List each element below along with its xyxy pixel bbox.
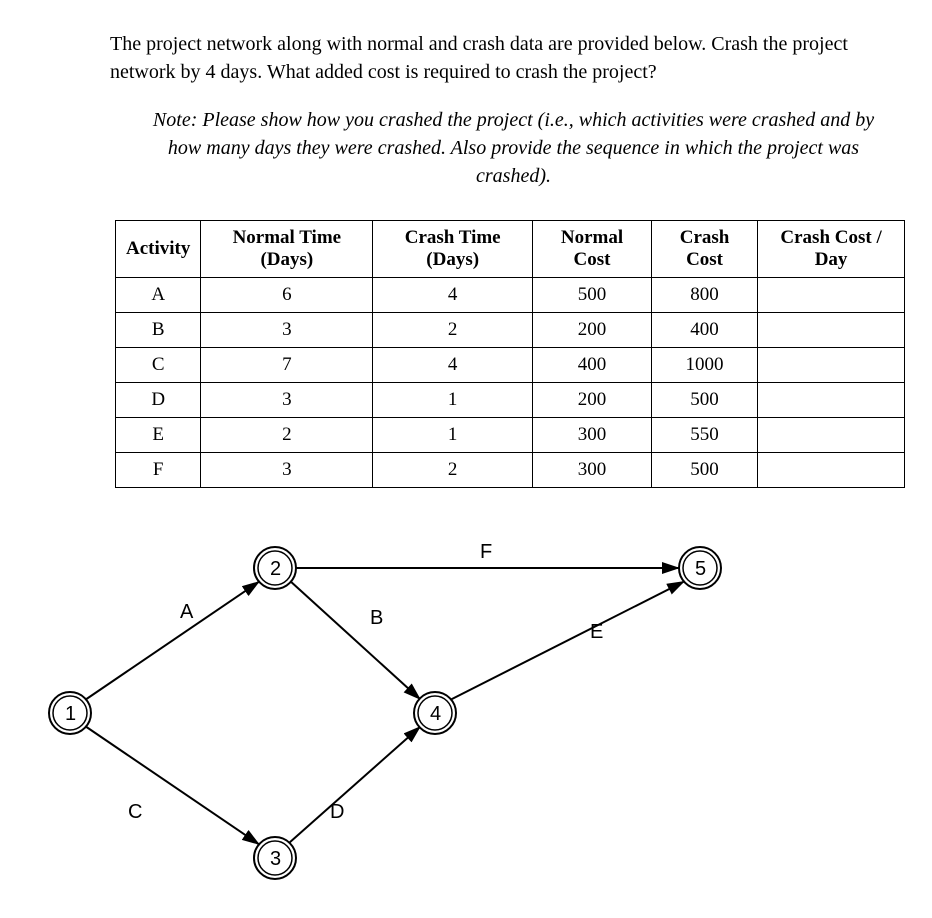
cell-normal-cost: 300 [533, 453, 652, 488]
node-1-label: 1 [65, 703, 76, 725]
edge-label-C: C [128, 801, 142, 823]
cell-normal-time: 3 [201, 383, 373, 418]
header-normal-time: Normal Time (Days) [201, 221, 373, 278]
header-crash-cost-day: Crash Cost / Day [758, 221, 905, 278]
edge-label-E: E [590, 621, 603, 643]
cell-crash-time: 2 [373, 453, 533, 488]
cell-normal-time: 6 [201, 278, 373, 313]
diagram-svg: A C B D F E 1 2 3 4 [40, 518, 770, 888]
cell-normal-cost: 400 [533, 348, 652, 383]
edge-B [289, 580, 421, 700]
cell-crash-cost: 500 [651, 383, 757, 418]
cell-crash-time: 4 [373, 348, 533, 383]
cell-normal-time: 7 [201, 348, 373, 383]
cell-crash-cost-day [758, 453, 905, 488]
cell-crash-cost: 550 [651, 418, 757, 453]
edge-label-F: F [480, 541, 492, 563]
cell-normal-time: 2 [201, 418, 373, 453]
table-row: B 3 2 200 400 [116, 313, 905, 348]
cell-crash-cost: 800 [651, 278, 757, 313]
header-crash-time: Crash Time (Days) [373, 221, 533, 278]
note-text: Note: Please show how you crashed the pr… [135, 106, 892, 190]
edge-C [85, 726, 260, 845]
cell-normal-cost: 200 [533, 313, 652, 348]
cell-activity: A [116, 278, 201, 313]
table-row: F 3 2 300 500 [116, 453, 905, 488]
header-activity: Activity [116, 221, 201, 278]
table-row: D 3 1 200 500 [116, 383, 905, 418]
cell-crash-time: 1 [373, 383, 533, 418]
edge-label-B: B [370, 607, 383, 629]
edge-label-D: D [330, 801, 344, 823]
header-crash-cost: Crash Cost [651, 221, 757, 278]
cell-activity: C [116, 348, 201, 383]
cell-activity: D [116, 383, 201, 418]
cell-normal-cost: 300 [533, 418, 652, 453]
data-table: Activity Normal Time (Days) Crash Time (… [115, 220, 905, 488]
cell-normal-time: 3 [201, 313, 373, 348]
cell-crash-cost: 500 [651, 453, 757, 488]
cell-crash-time: 2 [373, 313, 533, 348]
node-2-label: 2 [270, 558, 281, 580]
cell-normal-cost: 500 [533, 278, 652, 313]
cell-crash-cost-day [758, 383, 905, 418]
edge-E [450, 581, 685, 700]
cell-normal-time: 3 [201, 453, 373, 488]
cell-crash-time: 1 [373, 418, 533, 453]
cell-crash-cost-day [758, 278, 905, 313]
cell-normal-cost: 200 [533, 383, 652, 418]
header-normal-cost: Normal Cost [533, 221, 652, 278]
node-5-label: 5 [695, 558, 706, 580]
network-diagram: A C B D F E 1 2 3 4 [40, 518, 892, 888]
question-text: The project network along with normal an… [110, 30, 892, 86]
edge-A [85, 581, 260, 700]
table-row: C 7 4 400 1000 [116, 348, 905, 383]
cell-crash-cost: 400 [651, 313, 757, 348]
node-4-label: 4 [430, 703, 441, 725]
cell-activity: E [116, 418, 201, 453]
edge-D [289, 726, 421, 843]
cell-activity: F [116, 453, 201, 488]
edge-label-A: A [180, 601, 194, 623]
cell-activity: B [116, 313, 201, 348]
cell-crash-time: 4 [373, 278, 533, 313]
table-row: A 6 4 500 800 [116, 278, 905, 313]
node-3-label: 3 [270, 848, 281, 870]
cell-crash-cost-day [758, 418, 905, 453]
table-row: E 2 1 300 550 [116, 418, 905, 453]
cell-crash-cost: 1000 [651, 348, 757, 383]
cell-crash-cost-day [758, 348, 905, 383]
cell-crash-cost-day [758, 313, 905, 348]
